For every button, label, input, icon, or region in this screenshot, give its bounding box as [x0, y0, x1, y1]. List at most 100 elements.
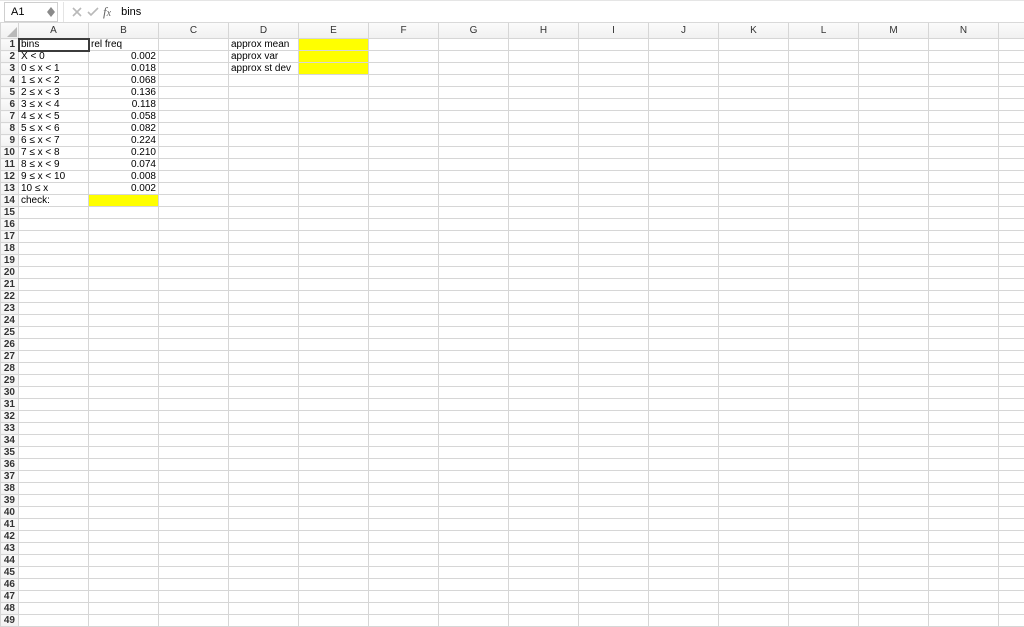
cell-G15[interactable] [439, 207, 509, 219]
cell-L41[interactable] [789, 519, 859, 531]
cell-D2[interactable]: approx var [229, 51, 299, 63]
cell-I49[interactable] [579, 615, 649, 627]
cell-D24[interactable] [229, 315, 299, 327]
cell-L26[interactable] [789, 339, 859, 351]
cell-G33[interactable] [439, 423, 509, 435]
cell-K49[interactable] [719, 615, 789, 627]
cell-G9[interactable] [439, 135, 509, 147]
cell-D4[interactable] [229, 75, 299, 87]
cell-M3[interactable] [859, 63, 929, 75]
cell-D25[interactable] [229, 327, 299, 339]
cell-G5[interactable] [439, 87, 509, 99]
cell-N8[interactable] [929, 123, 999, 135]
cell-K36[interactable] [719, 459, 789, 471]
cell-D12[interactable] [229, 171, 299, 183]
cell-O17[interactable] [999, 231, 1024, 243]
cell-M26[interactable] [859, 339, 929, 351]
cell-I25[interactable] [579, 327, 649, 339]
cell-D1[interactable]: approx mean [229, 39, 299, 51]
cell-B32[interactable] [89, 411, 159, 423]
column-header-L[interactable]: L [789, 23, 859, 39]
cell-O35[interactable] [999, 447, 1024, 459]
cell-E26[interactable] [299, 339, 369, 351]
column-header-F[interactable]: F [369, 23, 439, 39]
cell-C11[interactable] [159, 159, 229, 171]
cell-H23[interactable] [509, 303, 579, 315]
cell-E44[interactable] [299, 555, 369, 567]
cell-L49[interactable] [789, 615, 859, 627]
cell-F48[interactable] [369, 603, 439, 615]
cell-E31[interactable] [299, 399, 369, 411]
cell-D8[interactable] [229, 123, 299, 135]
cell-K19[interactable] [719, 255, 789, 267]
cell-D40[interactable] [229, 507, 299, 519]
cell-O23[interactable] [999, 303, 1024, 315]
row-header-38[interactable]: 38 [1, 483, 19, 495]
cell-N24[interactable] [929, 315, 999, 327]
cell-J11[interactable] [649, 159, 719, 171]
cell-J36[interactable] [649, 459, 719, 471]
cell-B26[interactable] [89, 339, 159, 351]
cell-D28[interactable] [229, 363, 299, 375]
cell-D47[interactable] [229, 591, 299, 603]
cell-G43[interactable] [439, 543, 509, 555]
cell-B35[interactable] [89, 447, 159, 459]
cell-A34[interactable] [19, 435, 89, 447]
cell-J33[interactable] [649, 423, 719, 435]
cell-K7[interactable] [719, 111, 789, 123]
cell-B44[interactable] [89, 555, 159, 567]
cell-F14[interactable] [369, 195, 439, 207]
cell-I26[interactable] [579, 339, 649, 351]
cell-G1[interactable] [439, 39, 509, 51]
cell-C24[interactable] [159, 315, 229, 327]
cell-H7[interactable] [509, 111, 579, 123]
cell-I4[interactable] [579, 75, 649, 87]
cell-F32[interactable] [369, 411, 439, 423]
cell-G36[interactable] [439, 459, 509, 471]
cell-F5[interactable] [369, 87, 439, 99]
cell-E38[interactable] [299, 483, 369, 495]
cell-O20[interactable] [999, 267, 1024, 279]
cell-F33[interactable] [369, 423, 439, 435]
cell-B11[interactable]: 0.074 [89, 159, 159, 171]
cell-O3[interactable] [999, 63, 1024, 75]
cell-G38[interactable] [439, 483, 509, 495]
cell-N25[interactable] [929, 327, 999, 339]
cell-M2[interactable] [859, 51, 929, 63]
cell-N5[interactable] [929, 87, 999, 99]
cell-K1[interactable] [719, 39, 789, 51]
cell-B38[interactable] [89, 483, 159, 495]
cell-E32[interactable] [299, 411, 369, 423]
row-header-11[interactable]: 11 [1, 159, 19, 171]
cell-G45[interactable] [439, 567, 509, 579]
cell-A24[interactable] [19, 315, 89, 327]
cell-A39[interactable] [19, 495, 89, 507]
cell-K34[interactable] [719, 435, 789, 447]
cell-H19[interactable] [509, 255, 579, 267]
cell-I19[interactable] [579, 255, 649, 267]
cell-E29[interactable] [299, 375, 369, 387]
cell-I6[interactable] [579, 99, 649, 111]
cell-I47[interactable] [579, 591, 649, 603]
cell-K37[interactable] [719, 471, 789, 483]
cell-F41[interactable] [369, 519, 439, 531]
cell-N49[interactable] [929, 615, 999, 627]
cell-I10[interactable] [579, 147, 649, 159]
cell-J47[interactable] [649, 591, 719, 603]
cell-F27[interactable] [369, 351, 439, 363]
row-header-15[interactable]: 15 [1, 207, 19, 219]
cell-E35[interactable] [299, 447, 369, 459]
cell-G20[interactable] [439, 267, 509, 279]
cell-G30[interactable] [439, 387, 509, 399]
cell-E27[interactable] [299, 351, 369, 363]
cell-B46[interactable] [89, 579, 159, 591]
cell-B42[interactable] [89, 531, 159, 543]
column-header-I[interactable]: I [579, 23, 649, 39]
cell-F46[interactable] [369, 579, 439, 591]
row-header-20[interactable]: 20 [1, 267, 19, 279]
cell-L24[interactable] [789, 315, 859, 327]
cell-G18[interactable] [439, 243, 509, 255]
row-header-39[interactable]: 39 [1, 495, 19, 507]
cell-G40[interactable] [439, 507, 509, 519]
cell-K18[interactable] [719, 243, 789, 255]
